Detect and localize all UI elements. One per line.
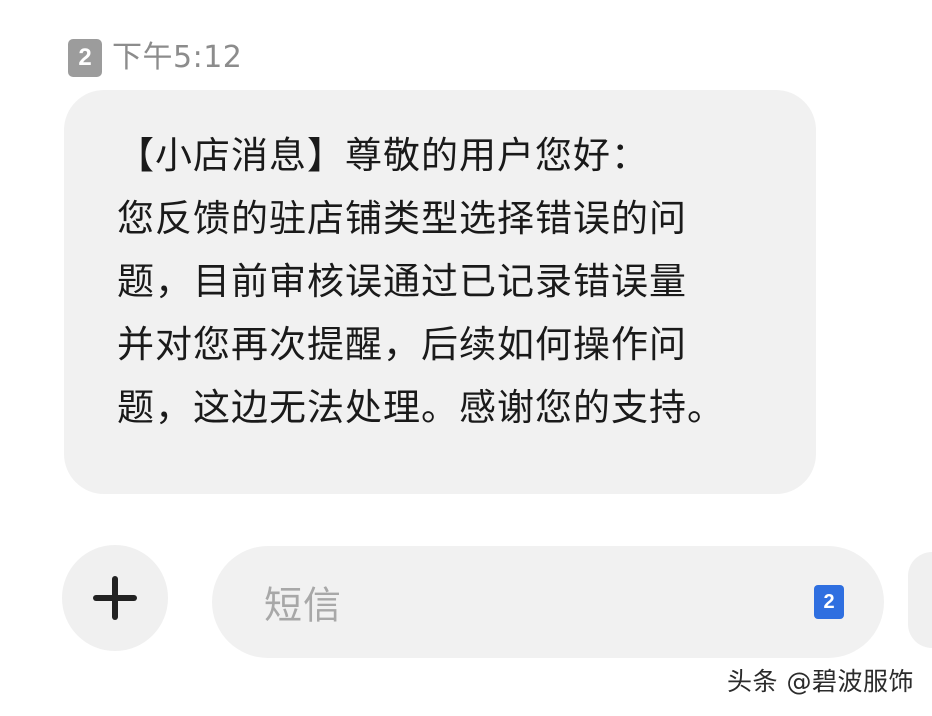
send-button[interactable] [908,552,932,648]
sim-card-2-icon: 2 [68,39,102,77]
received-message-bubble[interactable]: 【小店消息】尊敬的用户您好： 您反馈的驻店铺类型选择错误的问 题，目前审核误通过… [64,90,816,494]
message-text-line: 题，目前审核误通过已记录错误量 [117,260,687,303]
plus-icon [93,576,137,620]
sms-input[interactable]: 短信 2 [212,546,884,658]
watermark: 头条 @碧波服饰 [727,667,914,696]
message-header: 2 下午5:12 [68,38,242,78]
message-text-line: 【小店消息】尊敬的用户您好： [117,134,649,177]
sim-card-2-icon[interactable]: 2 [814,585,844,619]
message-text-line: 题，这边无法处理。感谢您的支持。 [117,386,725,429]
message-text-line: 您反馈的驻店铺类型选择错误的问 [117,197,687,240]
attach-button[interactable] [62,545,168,651]
sms-input-placeholder: 短信 [264,583,343,628]
message-timestamp: 下午5:12 [112,40,243,75]
message-text-line: 并对您再次提醒，后续如何操作问 [117,323,687,366]
